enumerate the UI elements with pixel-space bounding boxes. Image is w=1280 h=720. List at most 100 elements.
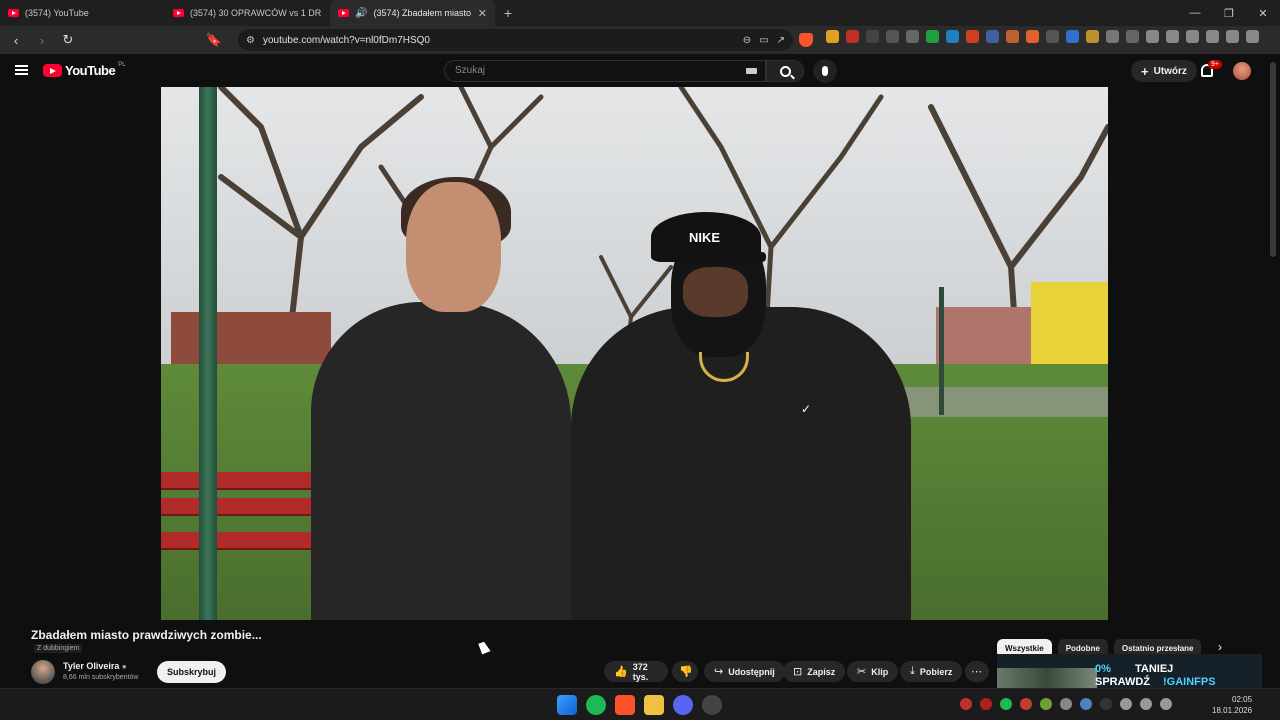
- media-icon[interactable]: [1146, 30, 1159, 43]
- tray-icon[interactable]: [1000, 698, 1012, 710]
- system-tray: [960, 698, 1172, 710]
- extension-icon[interactable]: [926, 30, 939, 43]
- reload-button[interactable]: ↻: [58, 30, 78, 50]
- tray-icon[interactable]: [1040, 698, 1052, 710]
- extension-icon[interactable]: [826, 30, 839, 43]
- minimize-button[interactable]: —: [1178, 0, 1212, 26]
- extension-icon[interactable]: [1046, 30, 1059, 43]
- tray-icon[interactable]: [980, 698, 992, 710]
- ad-text: 0%: [1095, 663, 1111, 675]
- extension-icon[interactable]: [1086, 30, 1099, 43]
- extension-icon[interactable]: [1006, 30, 1019, 43]
- tray-icon[interactable]: [960, 698, 972, 710]
- extension-icon[interactable]: [1066, 30, 1079, 43]
- spotify-icon[interactable]: [586, 695, 606, 715]
- site-info-icon[interactable]: ⚙: [246, 35, 255, 46]
- extension-icon[interactable]: [946, 30, 959, 43]
- vpn-icon[interactable]: [1226, 30, 1239, 43]
- system-clock[interactable]: 02:05 18.01.2026: [1212, 694, 1252, 716]
- brave-shield-icon[interactable]: [799, 33, 813, 47]
- download-button[interactable]: ⤓ Pobierz: [900, 661, 963, 682]
- extension-icon[interactable]: [966, 30, 979, 43]
- youtube-favicon-icon: [173, 9, 184, 17]
- chevron-right-icon[interactable]: ›: [1218, 640, 1222, 654]
- sidebar-icon[interactable]: [1166, 30, 1179, 43]
- clip-button[interactable]: ✂ Klip: [847, 661, 899, 682]
- share-button[interactable]: ↪ Udostępnij: [704, 661, 785, 682]
- forward-button[interactable]: ›: [32, 30, 52, 50]
- extension-icon[interactable]: [886, 30, 899, 43]
- new-tab-button[interactable]: +: [495, 0, 521, 26]
- speaker-icon[interactable]: 🔊: [355, 8, 367, 19]
- discord-icon[interactable]: [673, 695, 693, 715]
- restore-button[interactable]: ❐: [1212, 0, 1246, 26]
- close-window-button[interactable]: ✕: [1246, 0, 1280, 26]
- channel-name-text[interactable]: Tyler Oliveira: [63, 661, 119, 671]
- back-button[interactable]: ‹: [6, 30, 26, 50]
- channel-avatar[interactable]: [31, 660, 55, 684]
- tray-icon[interactable]: [1120, 698, 1132, 710]
- volume-icon[interactable]: [1160, 698, 1172, 710]
- video-player[interactable]: NIKE ✓: [161, 87, 1108, 620]
- tray-icon[interactable]: [1080, 698, 1092, 710]
- red-bench: [161, 472, 321, 572]
- browser-tab-strip: (3574) YouTube (3574) 30 OPRAWCÓW vs 1 D…: [0, 0, 1280, 26]
- address-bar[interactable]: ⚙ youtube.com/watch?v=nl0fDm7HSQ0 ⊖ ▭ ↗: [238, 29, 793, 51]
- create-button[interactable]: + Utwórz: [1131, 60, 1197, 82]
- tray-icon[interactable]: [1140, 698, 1152, 710]
- windows-start-icon[interactable]: [557, 695, 577, 715]
- menu-icon[interactable]: [1246, 30, 1259, 43]
- bookmark-icon[interactable]: 🔖: [204, 30, 224, 50]
- browser-tab-active[interactable]: 🔊 (3574) Zbadałem miasto praw ✕: [330, 0, 495, 26]
- extensions-bar: [826, 30, 1259, 43]
- url-text[interactable]: youtube.com/watch?v=nl0fDm7HSQ0: [263, 35, 735, 46]
- tab-title: (3574) Zbadałem miasto praw: [373, 8, 471, 18]
- more-actions-button[interactable]: ⋯: [965, 661, 989, 682]
- lamp-post: [939, 287, 944, 415]
- browser-tab[interactable]: (3574) 30 OPRAWCÓW vs 1 DRIVEMI: [165, 0, 330, 26]
- voice-search-button[interactable]: [813, 59, 837, 83]
- search-button[interactable]: [766, 60, 804, 82]
- steam-icon[interactable]: [702, 695, 722, 715]
- extension-icon[interactable]: [1126, 30, 1139, 43]
- channel-name[interactable]: Tyler Oliveira ●: [63, 661, 127, 671]
- download-label: Pobierz: [919, 666, 953, 677]
- brave-browser-icon[interactable]: [615, 695, 635, 715]
- file-explorer-icon[interactable]: [644, 695, 664, 715]
- browser-tab[interactable]: (3574) YouTube: [0, 0, 165, 26]
- cast-icon[interactable]: ▭: [759, 35, 768, 46]
- close-tab-icon[interactable]: ✕: [478, 7, 487, 20]
- tray-icon[interactable]: [1020, 698, 1032, 710]
- puzzle-icon[interactable]: [1106, 30, 1119, 43]
- leo-ai-icon[interactable]: [1206, 30, 1219, 43]
- zoom-icon[interactable]: ⊖: [743, 35, 751, 46]
- subscribe-button[interactable]: Subskrybuj: [157, 661, 227, 683]
- like-button[interactable]: 👍 372 tys.: [604, 661, 668, 682]
- account-avatar[interactable]: [1233, 62, 1251, 80]
- youtube-logo[interactable]: YouTube PL: [43, 62, 126, 78]
- clock-time: 02:05: [1232, 695, 1253, 704]
- dub-label: Z dubbingiem: [37, 645, 80, 652]
- keyboard-icon[interactable]: [746, 68, 757, 74]
- extension-icon[interactable]: [866, 30, 879, 43]
- page-scrollbar[interactable]: [1270, 62, 1276, 257]
- green-pole: [199, 87, 217, 620]
- verified-icon: ●: [121, 662, 127, 671]
- ad-image: [997, 668, 1097, 688]
- plus-icon: +: [1141, 63, 1149, 79]
- extension-icon[interactable]: [846, 30, 859, 43]
- extension-icon[interactable]: [986, 30, 999, 43]
- wallet-icon[interactable]: [1186, 30, 1199, 43]
- share-icon[interactable]: ↗: [777, 35, 785, 46]
- save-button[interactable]: ⊡ Zapisz: [783, 661, 846, 682]
- search-input[interactable]: Szukaj: [444, 60, 766, 82]
- tray-icon[interactable]: [1060, 698, 1072, 710]
- dislike-button[interactable]: 👎: [672, 661, 698, 682]
- ad-banner[interactable]: 0% TANIEJ SPRAWDŹ !GAINFPS: [997, 654, 1262, 688]
- save-label: Zapisz: [807, 666, 836, 677]
- tray-icon[interactable]: [1100, 698, 1112, 710]
- share-label: Udostępnij: [728, 666, 775, 677]
- extension-icon[interactable]: [1026, 30, 1039, 43]
- extension-icon[interactable]: [906, 30, 919, 43]
- menu-icon[interactable]: [15, 65, 28, 75]
